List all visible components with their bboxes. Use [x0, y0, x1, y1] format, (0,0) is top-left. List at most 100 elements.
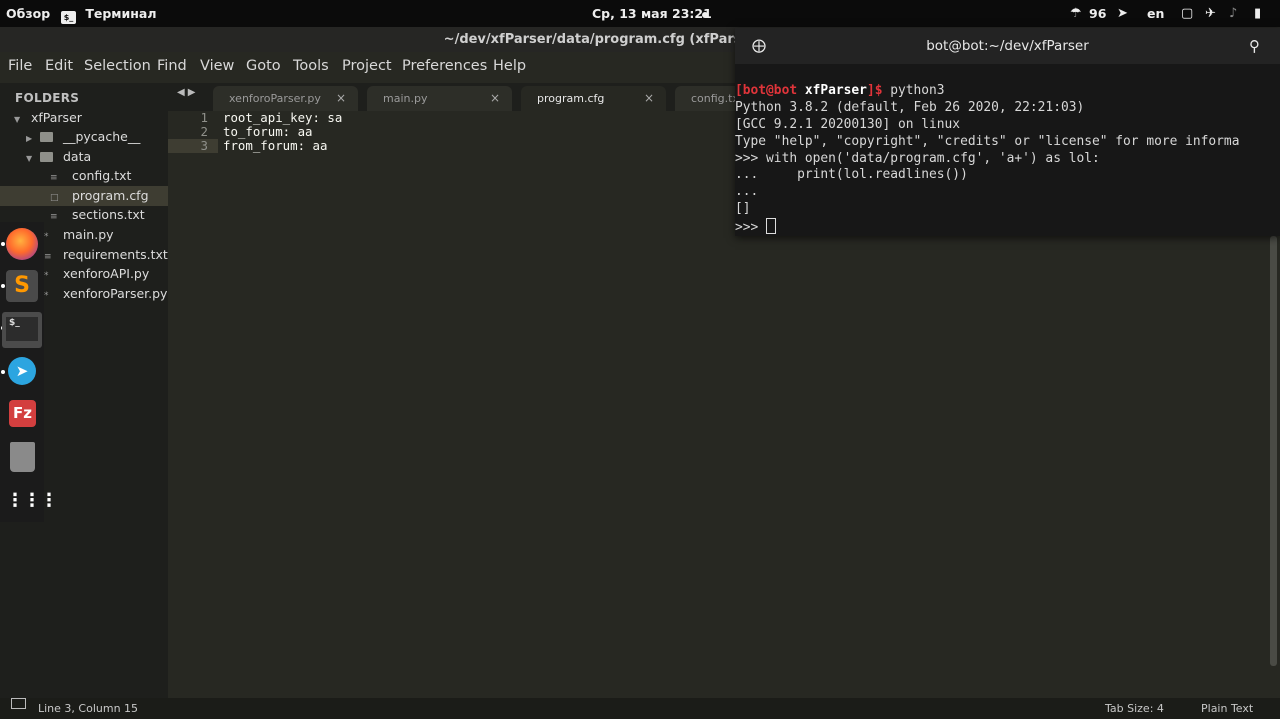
python-file-icon: * — [44, 291, 49, 301]
terminal-line: [GCC 9.2.1 20200130] on linux — [735, 116, 961, 132]
tab-label: config.tx — [691, 92, 735, 105]
menu-view[interactable]: View — [200, 52, 234, 81]
tree-item-label: data — [62, 149, 92, 164]
menu-edit[interactable]: Edit — [45, 52, 73, 81]
screen-icon[interactable]: ▢ — [1181, 0, 1193, 27]
tab-size-selector[interactable]: Tab Size: 4 — [1105, 698, 1164, 719]
line-number: 1 — [200, 110, 208, 125]
tab-main-py[interactable]: main.py × — [367, 86, 512, 111]
python-prompt: >>> — [735, 220, 767, 236]
folders-heading: FOLDERS — [15, 91, 80, 105]
tab-label: main.py — [383, 92, 428, 105]
close-icon[interactable]: × — [490, 86, 500, 111]
tree-item-label: xfParser — [30, 110, 82, 125]
python-file-icon: * — [44, 232, 49, 242]
cursor-position: Line 3, Column 15 — [38, 702, 139, 715]
tab-bar: ◀▶ xenforoParser.py × main.py × program.… — [168, 83, 735, 111]
prompt-command: python3 — [882, 83, 945, 98]
menu-file[interactable]: File — [8, 52, 32, 81]
syntax-selector[interactable]: Plain Text — [1201, 698, 1253, 719]
terminal-title: bot@bot:~/dev/xfParser — [926, 38, 1089, 54]
volume-icon[interactable]: ♪ — [1229, 0, 1237, 27]
tab-config-txt[interactable]: config.tx — [675, 86, 735, 111]
running-indicator — [1, 242, 5, 246]
status-bar: Line 3, Column 15 Tab Size: 4 Plain Text — [0, 698, 1280, 719]
menu-help[interactable]: Help — [493, 52, 526, 81]
code-line[interactable]: to_forum: aa — [223, 125, 313, 139]
tab-nav-arrows-icon[interactable]: ◀▶ — [177, 87, 198, 98]
line-number: 2 — [200, 124, 208, 139]
chevron-right-icon[interactable]: ▶ — [26, 129, 36, 149]
prompt-dir: xfParser — [804, 83, 867, 98]
terminal-output[interactable]: [bot@bot xfParser]$ python3 Python 3.8.2… — [735, 83, 1280, 235]
tab-label: xenforoParser.py — [229, 92, 321, 105]
text-file-icon: ≡ — [50, 173, 58, 183]
terminal-line: ... — [735, 184, 759, 200]
sublime-text-icon[interactable]: S — [6, 270, 38, 302]
editor-scrollbar[interactable] — [1270, 236, 1277, 666]
terminal-cursor — [766, 218, 777, 235]
search-icon[interactable]: ⚲ — [1249, 28, 1260, 64]
menu-preferences[interactable]: Preferences — [402, 52, 487, 81]
menu-selection[interactable]: Selection — [84, 52, 151, 81]
clock[interactable]: Ср, 13 мая 23:21 — [592, 0, 712, 27]
prompt-bracket: ]$ — [866, 83, 883, 98]
tree-folder-pycache[interactable]: ▶ __pycache__ — [0, 127, 168, 147]
tree-item-label: xenforoParser.py — [62, 286, 168, 301]
tab-xenforoparser-py[interactable]: xenforoParser.py × — [213, 86, 358, 111]
app-grid-icon[interactable]: ⋮⋮⋮ — [6, 486, 58, 518]
terminal-line: Type "help", "copyright", "credits" or "… — [735, 133, 1240, 149]
tree-item-label: config.txt — [71, 168, 132, 183]
new-tab-icon[interactable]: ⨁ — [752, 28, 766, 64]
tree-item-label: sections.txt — [71, 207, 145, 222]
tree-item-label: program.cfg — [71, 188, 149, 203]
menu-goto[interactable]: Goto — [246, 52, 281, 81]
folder-open-icon — [39, 152, 53, 162]
telegram-tray-icon[interactable]: ➤ — [1117, 0, 1128, 27]
terminal-window[interactable]: ⨁ bot@bot:~/dev/xfParser ⚲ [bot@bot xfPa… — [735, 28, 1280, 236]
terminal-line: ... print(lol.readlines()) — [735, 167, 968, 183]
terminal-icon[interactable]: $_ — [2, 312, 42, 348]
airplane-icon[interactable]: ✈ — [1205, 0, 1216, 27]
tree-item-label: requirements.txt — [62, 247, 168, 262]
terminal-line: [] — [735, 201, 751, 217]
code-line[interactable]: from_forum: aa — [223, 139, 327, 153]
tree-file-program-cfg[interactable]: □ program.cfg — [0, 186, 168, 206]
shield-icon[interactable]: ☂ — [1070, 0, 1082, 27]
telegram-icon[interactable]: ➤ — [8, 357, 36, 385]
terminal-header: ⨁ bot@bot:~/dev/xfParser ⚲ — [735, 28, 1280, 64]
dash-dock: S $_ ➤ Fz ⋮⋮⋮ — [0, 222, 58, 522]
line-number: 3 — [200, 138, 208, 153]
terminal-prompt-line: [bot@bot xfParser]$ python3 — [735, 83, 1280, 100]
tree-item-label: __pycache__ — [62, 129, 141, 144]
tree-file-config-txt[interactable]: ≡ config.txt — [0, 166, 168, 186]
keyboard-layout[interactable]: en — [1147, 0, 1164, 27]
tab-program-cfg[interactable]: program.cfg × — [521, 86, 666, 111]
menu-project[interactable]: Project — [342, 52, 392, 81]
power-icon[interactable]: ▮ — [1254, 0, 1261, 27]
tab-label: program.cfg — [537, 92, 605, 105]
tree-root-folder[interactable]: ▼ xfParser — [0, 108, 168, 128]
menu-find[interactable]: Find — [157, 52, 187, 81]
python-file-icon: * — [44, 271, 49, 281]
menu-tools[interactable]: Tools — [293, 52, 329, 81]
terminal-line: >>> with open('data/program.cfg', 'a+') … — [735, 150, 1100, 166]
close-icon[interactable]: × — [336, 86, 346, 111]
tree-item-label: main.py — [62, 227, 114, 242]
filezilla-icon[interactable]: Fz — [9, 400, 36, 427]
notification-dot — [702, 0, 708, 27]
activities-button[interactable]: Обзор — [6, 0, 50, 27]
prompt-user: bot@bot — [742, 83, 798, 98]
terminal-input-line[interactable]: >>> — [735, 218, 1280, 235]
app-menu[interactable]: $_ Терминал — [61, 0, 157, 27]
code-line[interactable]: root_api_key: sa — [223, 111, 342, 125]
prompt-bracket: [ — [735, 83, 743, 98]
close-icon[interactable]: × — [644, 86, 654, 111]
trash-icon[interactable] — [10, 442, 35, 472]
app-menu-label: Терминал — [85, 6, 157, 21]
firefox-icon[interactable] — [6, 228, 38, 260]
tree-folder-data[interactable]: ▼ data — [0, 147, 168, 167]
running-indicator — [1, 370, 5, 374]
terminal-line: Python 3.8.2 (default, Feb 26 2020, 22:2… — [735, 99, 1085, 115]
text-file-icon: ≡ — [50, 212, 58, 222]
